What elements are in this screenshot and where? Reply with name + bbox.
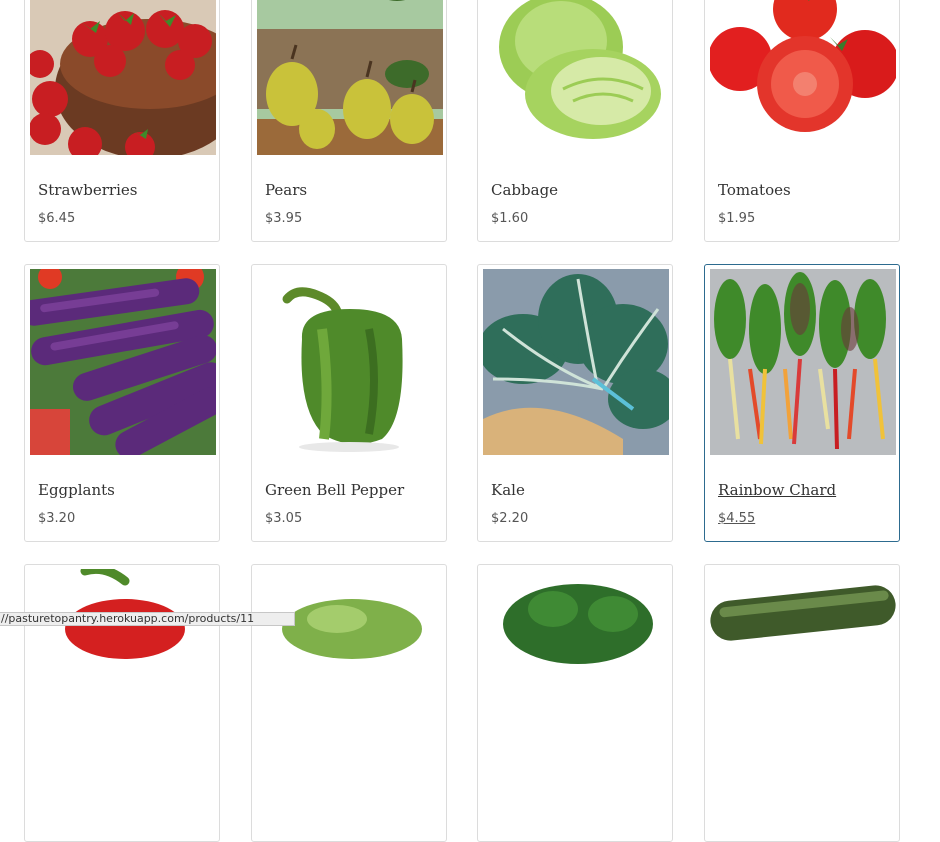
product-name[interactable]: Tomatoes [718,181,791,199]
product-name[interactable]: Kale [491,481,525,499]
product-price: $3.05 [265,511,303,526]
product-card-green-bell-pepper[interactable]: Green Bell Pepper $3.05 [251,264,447,542]
product-card-tomatoes[interactable]: Tomatoes $1.95 [704,0,900,242]
product-card-lettuce[interactable] [251,564,447,842]
tomatoes-image[interactable] [710,0,896,155]
product-card-cabbage[interactable]: Cabbage $1.60 [477,0,673,242]
zucchini-image[interactable] [710,569,896,755]
product-price: $2.20 [491,511,529,526]
pears-image[interactable] [257,0,443,155]
product-card-strawberries[interactable]: Strawberries $6.45 [24,0,220,242]
lettuce-image[interactable] [257,569,443,755]
product-card-zucchini[interactable] [704,564,900,842]
product-price: $3.20 [38,511,76,526]
spinach-image[interactable] [483,569,669,755]
product-card-rainbow-chard[interactable]: Rainbow Chard $4.55 [704,264,900,542]
product-name[interactable]: Cabbage [491,181,558,199]
product-card-eggplants[interactable]: Eggplants $3.20 [24,264,220,542]
rainbow-chard-image[interactable] [710,269,896,455]
product-card-kale[interactable]: Kale $2.20 [477,264,673,542]
eggplants-image[interactable] [30,269,216,455]
product-card-red-pepper[interactable] [24,564,220,842]
product-card-spinach[interactable] [477,564,673,842]
strawberries-image[interactable] [30,0,216,155]
product-card-pears[interactable]: Pears $3.95 [251,0,447,242]
product-price: $4.55 [718,511,756,526]
product-name[interactable]: Rainbow Chard [718,481,836,499]
red-pepper-image[interactable] [30,569,216,755]
product-price: $1.60 [491,211,529,226]
status-bar-link-url: //pasturetopantry.herokuapp.com/products… [0,612,295,626]
product-name[interactable]: Green Bell Pepper [265,481,404,499]
product-price: $3.95 [265,211,303,226]
product-name[interactable]: Pears [265,181,307,199]
product-name[interactable]: Strawberries [38,181,137,199]
green-bell-pepper-image[interactable] [257,269,443,455]
product-price: $1.95 [718,211,756,226]
product-name[interactable]: Eggplants [38,481,115,499]
cabbage-image[interactable] [483,0,669,155]
kale-image[interactable] [483,269,669,455]
product-price: $6.45 [38,211,76,226]
